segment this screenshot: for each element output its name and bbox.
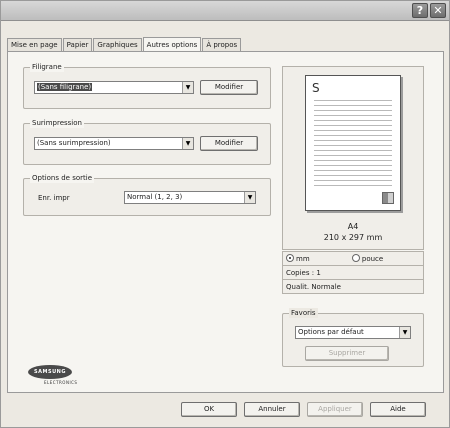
filigrane-value: (Sans filigrane) <box>37 83 93 91</box>
radio-mm[interactable] <box>286 254 294 262</box>
paper-name: A4 <box>347 222 359 231</box>
print-order-label: Enr. impr <box>38 194 70 202</box>
tab-autres-options[interactable]: Autres options <box>142 37 202 52</box>
favoris-value: Options par défaut <box>298 328 364 336</box>
favoris-delete-button[interactable]: Supprimer <box>305 346 389 361</box>
dropdown-arrow-icon[interactable]: ▼ <box>244 192 255 203</box>
paper-size: 210 x 297 mm <box>323 233 383 242</box>
help-dialog-button[interactable]: Aide <box>370 402 426 417</box>
logo-oval: SAMSUNG <box>28 365 72 379</box>
logo-subtitle: ELECTRONICS <box>44 380 78 385</box>
surimpression-group: Surimpression (Sans surimpression) ▼ Mod… <box>23 118 271 165</box>
quality-box: Qualit. Normale <box>282 279 424 294</box>
samsung-logo: SAMSUNG ELECTRONICS <box>28 361 98 393</box>
surimpression-modify-button[interactable]: Modifier <box>200 136 258 151</box>
filigrane-label: Filigrane <box>30 62 64 72</box>
output-options-group: Options de sortie Enr. impr Normal (1, 2… <box>23 173 271 216</box>
title-bar: ? ✕ <box>1 1 449 21</box>
preview-text-lines <box>314 100 392 190</box>
copies-value: Copies : 1 <box>286 269 321 277</box>
filigrane-select[interactable]: (Sans filigrane) ▼ <box>34 81 194 94</box>
surimpression-value: (Sans surimpression) <box>37 139 111 147</box>
help-icon: ? <box>416 4 424 17</box>
favoris-label: Favoris <box>289 308 318 318</box>
preview-page-letter: S <box>312 81 320 95</box>
unit-inch-option[interactable]: pouce <box>351 254 384 263</box>
tab-strip: Mise en page Papier Graphiques Autres op… <box>7 37 242 52</box>
dropdown-arrow-icon[interactable]: ▼ <box>399 327 410 338</box>
printer-properties-dialog: ? ✕ Mise en page Papier Graphiques Autre… <box>0 0 450 428</box>
dropdown-arrow-icon[interactable]: ▼ <box>182 138 193 149</box>
watermark-overlay-icon <box>382 192 394 204</box>
dropdown-arrow-icon[interactable]: ▼ <box>182 82 193 93</box>
tab-a-propos[interactable]: À propos <box>202 38 242 51</box>
print-order-value: Normal (1, 2, 3) <box>127 193 183 201</box>
filigrane-group: Filigrane (Sans filigrane) ▼ Modifier <box>23 62 271 109</box>
page-preview: S A4 210 x 297 mm <box>282 66 424 250</box>
unit-mm-option[interactable]: mm <box>286 254 312 263</box>
tab-papier[interactable]: Papier <box>62 38 93 51</box>
close-button[interactable]: ✕ <box>430 3 446 18</box>
tab-graphiques[interactable]: Graphiques <box>93 38 142 51</box>
tab-mise-en-page[interactable]: Mise en page <box>7 38 62 51</box>
copies-box: Copies : 1 <box>282 265 424 280</box>
apply-button[interactable]: Appliquer <box>307 402 363 417</box>
unit-inch-label: pouce <box>361 255 384 263</box>
unit-mm-label: mm <box>296 255 310 263</box>
preview-page: S <box>305 75 401 211</box>
units-box: mm pouce <box>282 251 424 266</box>
filigrane-modify-button[interactable]: Modifier <box>200 80 258 95</box>
favoris-group: Favoris Options par défaut ▼ Supprimer <box>282 308 424 367</box>
favoris-select[interactable]: Options par défaut ▼ <box>295 326 411 339</box>
output-options-label: Options de sortie <box>30 173 95 183</box>
quality-value: Qualit. Normale <box>286 283 341 291</box>
cancel-button[interactable]: Annuler <box>244 402 300 417</box>
surimpression-label: Surimpression <box>30 118 84 128</box>
close-icon: ✕ <box>433 4 443 17</box>
surimpression-select[interactable]: (Sans surimpression) ▼ <box>34 137 194 150</box>
help-button[interactable]: ? <box>412 3 428 18</box>
ok-button[interactable]: OK <box>181 402 237 417</box>
radio-inch[interactable] <box>351 254 360 262</box>
print-order-select[interactable]: Normal (1, 2, 3) ▼ <box>124 191 256 204</box>
